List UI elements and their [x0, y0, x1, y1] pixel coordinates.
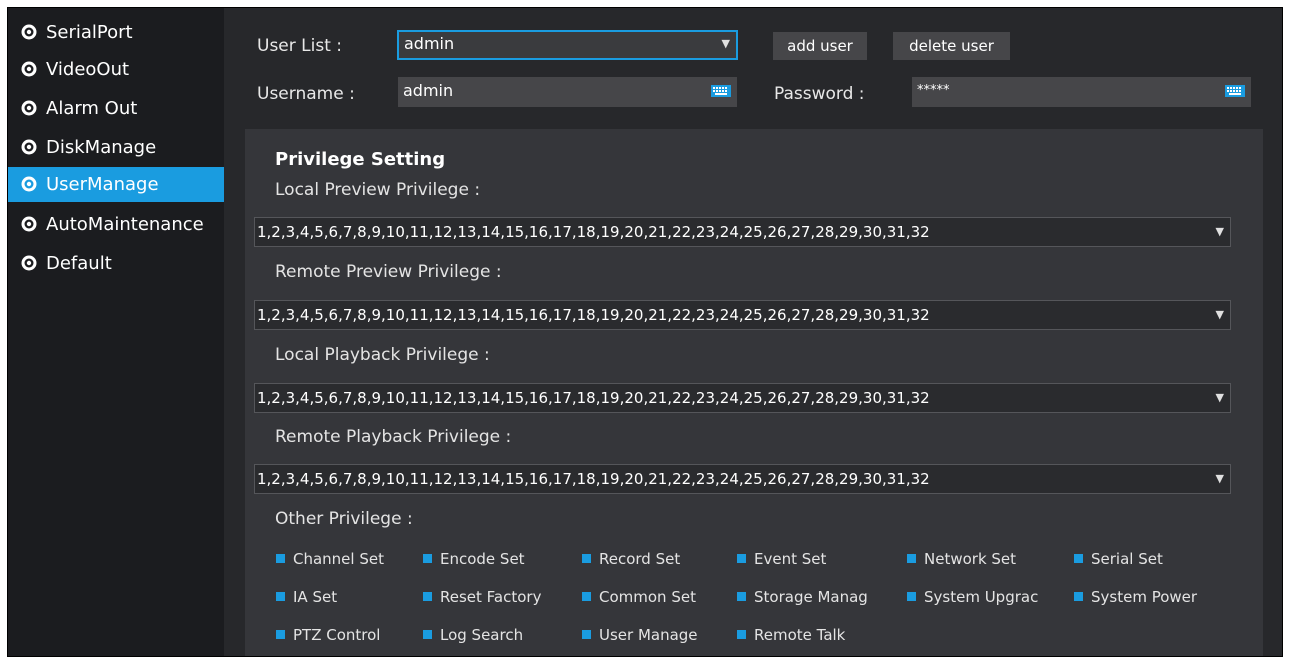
chevron-down-icon: ▼	[1215, 308, 1224, 321]
remote-preview-value: 1,2,3,4,5,6,7,8,9,10,11,12,13,14,15,16,1…	[257, 306, 930, 324]
privilege-checkbox-log-search[interactable]: Log Search	[423, 624, 578, 646]
remote-playback-label: Remote Playback Privilege :	[275, 427, 512, 447]
password-label: Password :	[774, 84, 865, 104]
checkbox-checked-icon	[276, 554, 285, 563]
checkbox-checked-icon	[737, 630, 746, 639]
password-field[interactable]: *****	[912, 77, 1251, 107]
privilege-checkbox-record-set[interactable]: Record Set	[582, 548, 737, 570]
privilege-checkbox-remote-talk[interactable]: Remote Talk	[737, 624, 905, 646]
privilege-checkbox-ptz-control[interactable]: PTZ Control	[276, 624, 420, 646]
privilege-checkbox-common-set[interactable]: Common Set	[582, 586, 737, 608]
user-manage-panel: User List : admin ▼ add user delete user…	[224, 8, 1282, 656]
other-privilege-label: Other Privilege :	[275, 509, 413, 529]
checkbox-checked-icon	[907, 554, 916, 563]
checkbox-checked-icon	[737, 592, 746, 601]
sidebar-item-label: Default	[46, 253, 112, 274]
privilege-checkbox-event-set[interactable]: Event Set	[737, 548, 905, 570]
checkbox-checked-icon	[1074, 554, 1083, 563]
remote-playback-value: 1,2,3,4,5,6,7,8,9,10,11,12,13,14,15,16,1…	[257, 470, 930, 488]
user-list-select[interactable]: admin ▼	[397, 30, 738, 60]
remote-preview-select[interactable]: 1,2,3,4,5,6,7,8,9,10,11,12,13,14,15,16,1…	[254, 300, 1231, 330]
privilege-checkbox-network-set[interactable]: Network Set	[907, 548, 1072, 570]
privilege-checkbox-ia-set[interactable]: IA Set	[276, 586, 420, 608]
sidebar-item-label: UserManage	[46, 174, 159, 195]
sidebar-item-videoout[interactable]: VideoOut	[8, 52, 224, 87]
local-preview-select[interactable]: 1,2,3,4,5,6,7,8,9,10,11,12,13,14,15,16,1…	[254, 217, 1231, 247]
checkbox-checked-icon	[1074, 592, 1083, 601]
username-value: admin	[403, 81, 454, 100]
checkbox-checked-icon	[423, 630, 432, 639]
username-field[interactable]: admin	[398, 77, 737, 107]
password-value: *****	[917, 83, 950, 98]
user-list-value: admin	[404, 34, 455, 53]
checkbox-checked-icon	[276, 630, 285, 639]
gear-icon	[21, 255, 37, 271]
sidebar-item-label: DiskManage	[46, 137, 157, 158]
local-preview-value: 1,2,3,4,5,6,7,8,9,10,11,12,13,14,15,16,1…	[257, 223, 930, 241]
privilege-checkbox-encode-set[interactable]: Encode Set	[423, 548, 578, 570]
remote-preview-label: Remote Preview Privilege :	[275, 262, 502, 282]
sidebar-item-usermanage[interactable]: UserManage	[8, 167, 224, 202]
gear-icon	[21, 176, 37, 192]
checkbox-checked-icon	[582, 592, 591, 601]
privilege-checkbox-user-manage[interactable]: User Manage	[582, 624, 737, 646]
privilege-setting-panel: Privilege Setting Local Preview Privileg…	[245, 129, 1263, 656]
gear-icon	[21, 61, 37, 77]
checkbox-checked-icon	[582, 554, 591, 563]
remote-playback-select[interactable]: 1,2,3,4,5,6,7,8,9,10,11,12,13,14,15,16,1…	[254, 464, 1231, 494]
chevron-down-icon: ▼	[721, 37, 730, 50]
sidebar-item-automaintenance[interactable]: AutoMaintenance	[8, 207, 224, 242]
privilege-checkbox-serial-set[interactable]: Serial Set	[1074, 548, 1239, 570]
gear-icon	[21, 100, 37, 116]
keyboard-icon[interactable]	[711, 85, 731, 97]
sidebar: SerialPort VideoOut Alarm Out DiskManage…	[8, 8, 224, 656]
checkbox-checked-icon	[423, 554, 432, 563]
local-playback-value: 1,2,3,4,5,6,7,8,9,10,11,12,13,14,15,16,1…	[257, 389, 930, 407]
sidebar-item-label: AutoMaintenance	[46, 214, 204, 235]
gear-icon	[21, 216, 37, 232]
local-playback-label: Local Playback Privilege :	[275, 345, 490, 365]
sidebar-item-diskmanage[interactable]: DiskManage	[8, 130, 224, 165]
chevron-down-icon: ▼	[1215, 472, 1224, 485]
local-playback-select[interactable]: 1,2,3,4,5,6,7,8,9,10,11,12,13,14,15,16,1…	[254, 383, 1231, 413]
delete-user-button[interactable]: delete user	[893, 32, 1010, 60]
username-label: Username :	[257, 84, 355, 104]
keyboard-icon[interactable]	[1225, 85, 1245, 97]
user-list-label: User List :	[257, 36, 342, 56]
privilege-checkbox-system-power[interactable]: System Power	[1074, 586, 1239, 608]
add-user-button[interactable]: add user	[773, 32, 867, 60]
sidebar-item-alarm-out[interactable]: Alarm Out	[8, 91, 224, 126]
sidebar-item-serialport[interactable]: SerialPort	[8, 15, 224, 50]
chevron-down-icon: ▼	[1215, 391, 1224, 404]
privilege-checkbox-storage-manage[interactable]: Storage Manag	[737, 586, 905, 608]
checkbox-checked-icon	[907, 592, 916, 601]
chevron-down-icon: ▼	[1215, 225, 1224, 238]
sidebar-item-label: VideoOut	[46, 59, 130, 80]
privilege-setting-title: Privilege Setting	[275, 149, 446, 170]
privilege-checkbox-system-upgrade[interactable]: System Upgrac	[907, 586, 1072, 608]
sidebar-item-default[interactable]: Default	[8, 246, 224, 281]
gear-icon	[21, 139, 37, 155]
local-preview-label: Local Preview Privilege :	[275, 180, 481, 200]
sidebar-item-label: Alarm Out	[46, 98, 138, 119]
checkbox-checked-icon	[276, 592, 285, 601]
checkbox-checked-icon	[582, 630, 591, 639]
gear-icon	[21, 24, 37, 40]
privilege-checkbox-reset-factory[interactable]: Reset Factory	[423, 586, 578, 608]
privilege-checkbox-channel-set[interactable]: Channel Set	[276, 548, 420, 570]
checkbox-checked-icon	[423, 592, 432, 601]
window-frame: SerialPort VideoOut Alarm Out DiskManage…	[7, 7, 1283, 657]
sidebar-item-label: SerialPort	[46, 22, 133, 43]
checkbox-checked-icon	[737, 554, 746, 563]
